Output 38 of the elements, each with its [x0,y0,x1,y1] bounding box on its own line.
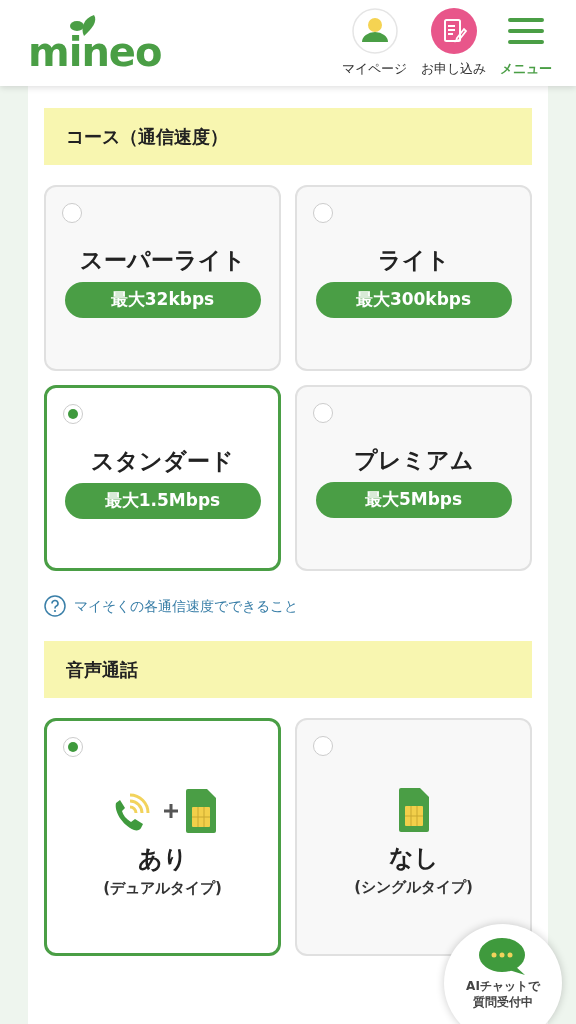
help-link[interactable]: マイそくの各通信速度でできること [44,595,532,617]
plus-icon [163,804,178,818]
radio-button[interactable] [63,404,83,424]
option-title: なし [388,843,439,874]
user-icon [351,8,398,55]
document-pen-icon [430,8,477,55]
radio-button[interactable] [313,736,333,756]
section-heading: コース（通信速度） [44,108,532,165]
nav-button[interactable]: マイページ [342,7,407,79]
help-icon [44,595,66,617]
radio-button[interactable] [313,403,333,423]
option-title: あり [137,844,188,875]
section-heading: 音声通話 [44,641,532,698]
option-card[interactable]: なし (シングルタイプ) [295,718,532,956]
radio-button[interactable] [63,737,83,757]
speed-label: 最大300kbps [315,281,512,318]
nav-button[interactable]: お申し込み [421,7,486,79]
option-subtitle: (デュアルタイプ) [103,878,222,899]
chat-bubble-icon [479,938,527,976]
option-card[interactable]: スーパーライト 最大32kbps [44,185,281,371]
option-card[interactable]: ライト 最大300kbps [295,185,532,371]
option-card[interactable]: プレミアム 最大5Mbps [295,385,532,571]
option-subtitle: (シングルタイプ) [354,877,473,898]
option-card[interactable]: スタンダード 最大1.5Mbps [44,385,281,571]
chat-button[interactable]: AIチャットで 質問受付中 [444,924,562,1024]
option-title: スタンダード [91,447,234,476]
radio-button[interactable] [62,203,82,223]
speed-label: 最大5Mbps [315,481,512,518]
menu-icon [508,16,544,47]
radio-button[interactable] [313,203,333,223]
option-title: プレミアム [353,446,474,475]
option-title: ライト [377,246,450,275]
speed-label: 最大32kbps [64,281,261,318]
option-title: スーパーライト [79,246,246,275]
speed-label: 最大1.5Mbps [64,482,261,519]
option-card[interactable]: あり (デュアルタイプ) [44,718,281,956]
sim-card-icon [185,789,216,833]
sim-card-icon [398,788,429,832]
